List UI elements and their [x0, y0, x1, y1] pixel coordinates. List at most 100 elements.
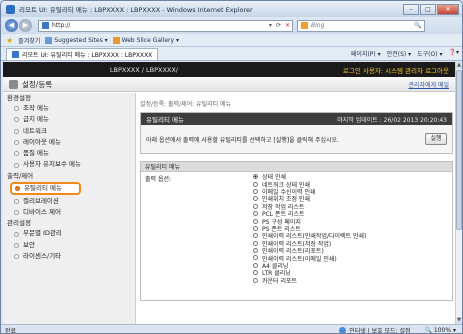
- radio-button[interactable]: [253, 262, 258, 268]
- radio-button[interactable]: [253, 181, 258, 187]
- command-help[interactable]: ❓▾: [449, 49, 459, 58]
- scroll-down-icon[interactable]: ▼: [456, 317, 462, 324]
- bullet-icon: [14, 151, 19, 157]
- sidebar-item-operation[interactable]: 조작 메뉴: [3, 103, 135, 114]
- favorites-button[interactable]: 즐겨찾기: [18, 36, 40, 45]
- sidebar-item-label: 조작 메뉴: [23, 104, 49, 112]
- sidebar-section-admin: 관리설정: [7, 219, 31, 228]
- back-button[interactable]: ◀: [5, 19, 18, 32]
- radio-button[interactable]: [253, 225, 258, 231]
- execute-button[interactable]: 실행: [425, 133, 447, 145]
- sidebar-item-quality[interactable]: 품질 메뉴: [3, 148, 135, 159]
- favorites-label: 즐겨찾기: [18, 37, 41, 45]
- radio-button[interactable]: [253, 174, 258, 180]
- utility-options-box: 유틸리티 메뉴 출력 옵션: 상태 인쇄 네트워크 상태 인쇄 이메일 수신이력 인…: [140, 161, 453, 301]
- output-options-list: 상태 인쇄 네트워크 상태 인쇄 이메일 수신이력 인쇄 인쇄위치 조정 인쇄 저장 작…: [253, 173, 366, 285]
- sidebar-item-label: 급지 메뉴: [23, 115, 49, 124]
- sidebar-item-label: 품질 메뉴: [23, 149, 49, 158]
- sidebar-item-label: 디바이스 제어: [23, 208, 61, 217]
- vertical-scrollbar[interactable]: ▲ ▼: [455, 62, 462, 324]
- security-zone-label: 인터넷 | 보호 모드: 설정: [349, 327, 411, 334]
- sidebar-item-calibration[interactable]: 캘리브레이션: [3, 196, 135, 207]
- page-content: LBPXXXX / LBPXXXX/ 로그인 사용자: 시스템 관리자 로그아웃…: [3, 62, 455, 324]
- web-slice-gallery-link[interactable]: Web Slice Gallery ▾: [112, 36, 179, 44]
- sidebar-item-device-control[interactable]: 디바이스 제어: [3, 207, 135, 218]
- sidebar-item-security[interactable]: 보안: [3, 240, 135, 251]
- status-text: 완료: [5, 327, 17, 334]
- suggested-sites-link[interactable]: Suggested Sites ▾: [45, 36, 108, 44]
- close-button[interactable]: ✕: [437, 3, 459, 15]
- output-options-label: 출력 옵션:: [145, 176, 172, 183]
- sidebar-item-utility[interactable]: 유틸리티 메뉴: [10, 181, 81, 195]
- web-slice-icon: [112, 36, 120, 44]
- bullet-icon: [14, 242, 19, 248]
- maximize-button[interactable]: □: [420, 3, 436, 15]
- radio-button[interactable]: [253, 196, 258, 202]
- command-safety[interactable]: 안전(S) ▾: [387, 49, 411, 58]
- scroll-up-icon[interactable]: ▲: [456, 62, 462, 69]
- search-icon[interactable]: 🔍: [412, 22, 424, 29]
- bing-icon: [301, 22, 308, 29]
- sidebar: 환경설정 조작 메뉴 급지 메뉴 네트워크 레이아웃 메뉴 품질 메뉴 사용자 …: [3, 93, 136, 324]
- radio-button[interactable]: [253, 188, 258, 194]
- refresh-icon[interactable]: ⟳: [276, 22, 281, 29]
- scroll-thumb[interactable]: [456, 70, 462, 230]
- login-info[interactable]: 로그인 사용자: 시스템 관리자 로그아웃: [343, 65, 449, 75]
- sidebar-item-label: 레이아웃 메뉴: [23, 137, 61, 146]
- favorites-bar: ★ 즐겨찾기 Suggested Sites ▾ Web Slice Galle…: [1, 34, 462, 47]
- sidebar-item-layout[interactable]: 레이아웃 메뉴: [3, 137, 135, 148]
- search-field[interactable]: Bing 🔍: [297, 19, 425, 32]
- forward-button[interactable]: ▶: [19, 19, 32, 32]
- mail-admin-link[interactable]: 관리자에게 메일: [408, 80, 449, 89]
- sidebar-item-paper-feed[interactable]: 급지 메뉴: [3, 114, 135, 125]
- breadcrumb: 설정/등록: 출력/제어: 유틸리티 메뉴: [140, 101, 232, 108]
- bullet-icon: [14, 210, 19, 216]
- bullet-icon: [14, 198, 19, 204]
- suggested-sites-icon: [45, 36, 53, 44]
- security-zone: 인터넷 | 보호 모드: 설정: [339, 326, 411, 334]
- status-bar: 완료 인터넷 | 보호 모드: 설정 🔍 100% ▾: [1, 324, 462, 334]
- output-option[interactable]: 카운터 리포트: [253, 276, 366, 285]
- favorites-star-icon[interactable]: ★: [6, 36, 13, 45]
- sidebar-item-label: 부문별 ID관리: [23, 229, 62, 238]
- search-placeholder: Bing: [311, 22, 325, 29]
- command-page[interactable]: 페이지(P) ▾: [351, 49, 381, 58]
- title-bar: 리모트 UI: 유틸리티 메뉴 : LBPXXXX : LBPXXXX - Wi…: [1, 1, 462, 17]
- radio-button[interactable]: [253, 255, 258, 261]
- zoom-control[interactable]: 🔍 100% ▾: [425, 327, 456, 334]
- model-name: LBPXXXX / LBPXXXX/: [109, 65, 178, 74]
- settings-title: 설정/등록: [22, 79, 53, 89]
- url-tools: ▾ ⟳ ✕: [265, 22, 290, 29]
- radio-button[interactable]: [253, 277, 258, 283]
- radio-button[interactable]: [253, 218, 258, 224]
- settings-header: 설정/등록 관리자에게 메일: [3, 77, 455, 92]
- radio-button[interactable]: [253, 211, 258, 217]
- radio-button[interactable]: [253, 233, 258, 239]
- radio-button[interactable]: [253, 203, 258, 209]
- main-panel: 설정/등록: 출력/제어: 유틸리티 메뉴 유틸리티 메뉴 마지막 업데이트 :…: [140, 93, 453, 324]
- sidebar-item-maintenance[interactable]: 사용자 유지보수 메뉴: [3, 159, 135, 170]
- command-tools[interactable]: 도구(O) ▾: [417, 49, 442, 58]
- globe-icon: [339, 326, 347, 333]
- suggested-sites-label: Suggested Sites ▾: [54, 36, 108, 44]
- stop-icon[interactable]: ✕: [285, 22, 290, 29]
- bullet-icon: [14, 162, 19, 168]
- radio-button[interactable]: [253, 240, 258, 246]
- url-text: http://: [52, 22, 71, 29]
- tab-page-icon: [12, 50, 19, 58]
- radio-button[interactable]: [253, 270, 258, 276]
- sidebar-item-dept-id[interactable]: 부문별 ID관리: [3, 228, 135, 239]
- last-updated: 마지막 업데이트 : 26/02 2013 20:20:43: [337, 116, 447, 124]
- bullet-icon: [14, 254, 19, 260]
- radio-button[interactable]: [253, 248, 258, 254]
- settings-icon: [9, 79, 18, 89]
- url-field[interactable]: http:// ▾ ⟳ ✕: [38, 19, 293, 32]
- minimize-button[interactable]: –: [403, 3, 419, 15]
- sidebar-item-network[interactable]: 네트워크: [3, 126, 135, 137]
- output-option-label: 카운터 리포트: [262, 277, 298, 285]
- sidebar-item-label: 네트워크: [23, 126, 47, 135]
- url-dropdown-icon[interactable]: ▾: [269, 22, 272, 29]
- sidebar-item-license[interactable]: 라이센스/기타: [3, 251, 135, 262]
- tab-remote-ui[interactable]: 리모트 UI: 유틸리티 메뉴 : LBPXXXX : LBPXXXX: [6, 47, 159, 60]
- address-bar: ◀ ▶ http:// ▾ ⟳ ✕ Bing 🔍: [1, 17, 462, 34]
